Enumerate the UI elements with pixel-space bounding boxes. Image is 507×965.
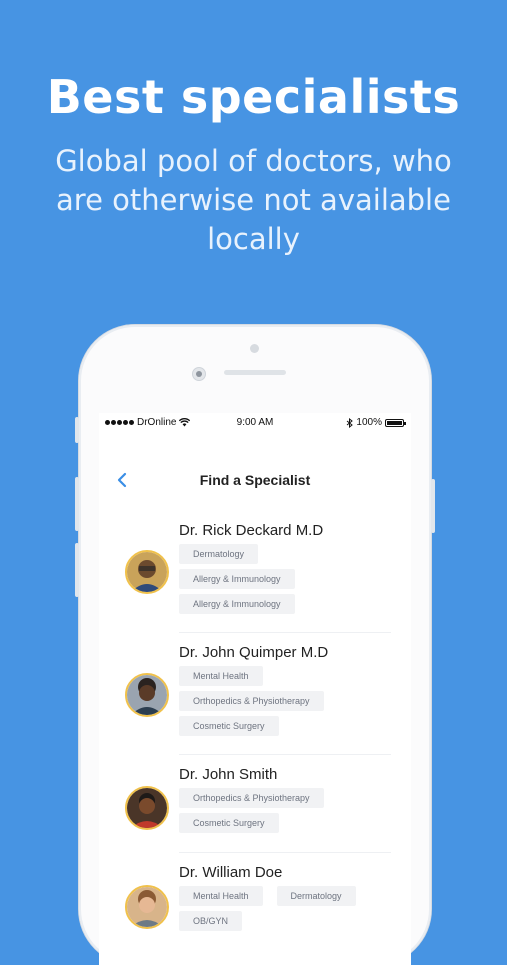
- doctor-name: Dr. William Doe: [179, 864, 283, 881]
- volume-up-button: [75, 477, 79, 531]
- camera-icon: [192, 367, 206, 381]
- doctor-avatar: [125, 673, 169, 717]
- volume-down-button: [75, 543, 79, 597]
- phone-mockup: DrOnline 9:00 AM 100% Find a Specialist …: [75, 325, 435, 965]
- specialist-list: Dr. Rick Deckard M.D Dermatology Allergy…: [99, 520, 411, 952]
- specialty-tag: OB/GYN: [179, 911, 243, 931]
- doctor-card[interactable]: Dr. John Quimper M.D Mental Health Ortho…: [125, 633, 391, 755]
- specialty-tag: Cosmetic Surgery: [179, 716, 279, 736]
- specialty-tag: Allergy & Immunology: [179, 594, 295, 614]
- doctor-avatar: [125, 786, 169, 830]
- specialty-tag: Dermatology: [276, 886, 356, 906]
- page-title: Find a Specialist: [199, 472, 311, 488]
- doctor-name: Dr. John Smith: [179, 766, 278, 783]
- specialty-tags: Orthopedics & Physiotherapy Cosmetic Sur…: [179, 788, 379, 833]
- specialty-tag: Mental Health: [179, 666, 263, 686]
- battery-icon: [385, 418, 406, 427]
- specialty-tag: Orthopedics & Physiotherapy: [179, 691, 324, 711]
- specialty-tag: Mental Health: [179, 886, 263, 906]
- specialty-tag: Cosmetic Surgery: [179, 813, 279, 833]
- doctor-name: Dr. John Quimper M.D: [179, 644, 329, 661]
- hero-subtitle: Global pool of doctors, who are otherwis…: [55, 144, 452, 256]
- hero-title: Best specialists: [46, 70, 461, 124]
- doctor-avatar: [125, 550, 169, 594]
- specialty-tags: Dermatology Allergy & Immunology Allergy…: [179, 544, 379, 614]
- power-button: [431, 479, 435, 533]
- status-bar: DrOnline 9:00 AM 100%: [99, 413, 411, 433]
- app-screen: DrOnline 9:00 AM 100% Find a Specialist …: [99, 413, 411, 965]
- doctor-name: Dr. Rick Deckard M.D: [179, 522, 324, 539]
- doctor-card[interactable]: Dr. Rick Deckard M.D Dermatology Allergy…: [125, 520, 391, 633]
- specialty-tags: Mental Health Orthopedics & Physiotherap…: [179, 666, 379, 736]
- nav-bar: Find a Specialist: [99, 465, 411, 495]
- specialty-tag: Orthopedics & Physiotherapy: [179, 788, 324, 808]
- bluetooth-icon: [347, 417, 354, 428]
- specialty-tag: Dermatology: [179, 544, 259, 564]
- doctor-card[interactable]: Dr. John Smith Orthopedics & Physiothera…: [125, 755, 391, 853]
- mute-switch: [75, 417, 79, 443]
- doctor-avatar: [125, 885, 169, 929]
- doctor-card[interactable]: Dr. William Doe Mental Health Dermatolog…: [125, 853, 391, 952]
- proximity-sensor: [250, 344, 259, 353]
- specialty-tags: Mental Health Dermatology OB/GYN: [179, 886, 379, 931]
- earpiece-speaker: [224, 370, 286, 375]
- battery-percent: 100%: [356, 417, 382, 428]
- specialty-tag: Allergy & Immunology: [179, 569, 295, 589]
